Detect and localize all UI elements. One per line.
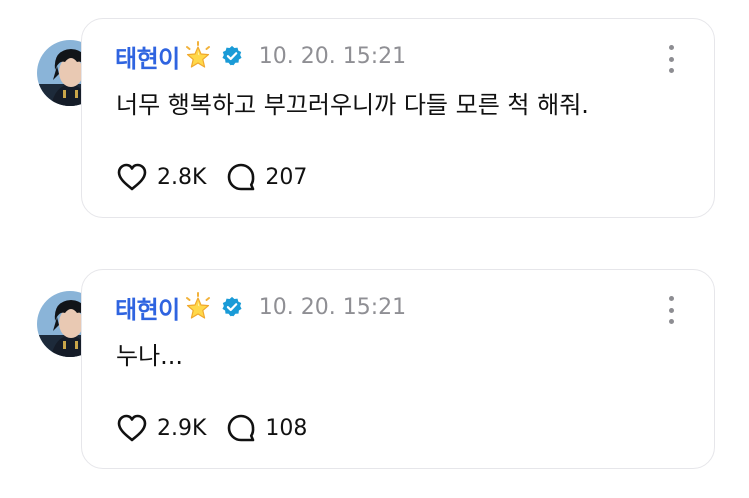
post-header: 태현이 10. 20. 15:21 (115, 290, 406, 324)
like-count: 2.9K (157, 415, 207, 441)
comment-button[interactable]: 207 (226, 162, 307, 192)
glowing-star-icon (183, 41, 213, 71)
glowing-star-icon (183, 292, 213, 322)
like-count: 2.8K (157, 164, 207, 190)
dot-icon (668, 296, 674, 301)
post-card[interactable]: 태현이 10. 20. 15:21 (81, 18, 715, 218)
dot-icon (668, 45, 674, 50)
heart-icon (116, 413, 148, 443)
post-header: 태현이 10. 20. 15:21 (115, 39, 406, 73)
more-options-button[interactable] (666, 45, 676, 73)
verified-badge-icon (221, 45, 243, 67)
comment-bubble-icon (226, 162, 256, 192)
comment-bubble-icon (226, 413, 256, 443)
post-feed: 태현이 10. 20. 15:21 너무 행복하고 부끄러우니까 다들 모른 척… (0, 0, 749, 498)
comment-button[interactable]: 108 (226, 413, 307, 443)
post-text: 너무 행복하고 부끄러우니까 다들 모른 척 해줘. (116, 91, 589, 119)
dot-icon (668, 319, 674, 324)
post-actions: 2.8K 207 (116, 161, 327, 193)
like-button[interactable]: 2.8K (116, 162, 206, 192)
comment-count: 207 (265, 164, 308, 190)
more-options-button[interactable] (666, 296, 676, 324)
username-link[interactable]: 태현이 (115, 39, 180, 74)
dot-icon (668, 307, 674, 313)
post-timestamp: 10. 20. 15:21 (258, 43, 407, 69)
heart-icon (116, 162, 148, 192)
post-timestamp: 10. 20. 15:21 (258, 294, 407, 320)
comment-count: 108 (265, 415, 308, 441)
like-button[interactable]: 2.9K (116, 413, 206, 443)
dot-icon (668, 68, 674, 73)
post-text: 누나... (116, 342, 184, 370)
dot-icon (668, 56, 674, 62)
verified-badge-icon (221, 296, 243, 318)
post-card[interactable]: 태현이 10. 20. 15:21 (81, 269, 715, 469)
post-actions: 2.9K 108 (116, 412, 327, 444)
username-link[interactable]: 태현이 (115, 290, 180, 325)
